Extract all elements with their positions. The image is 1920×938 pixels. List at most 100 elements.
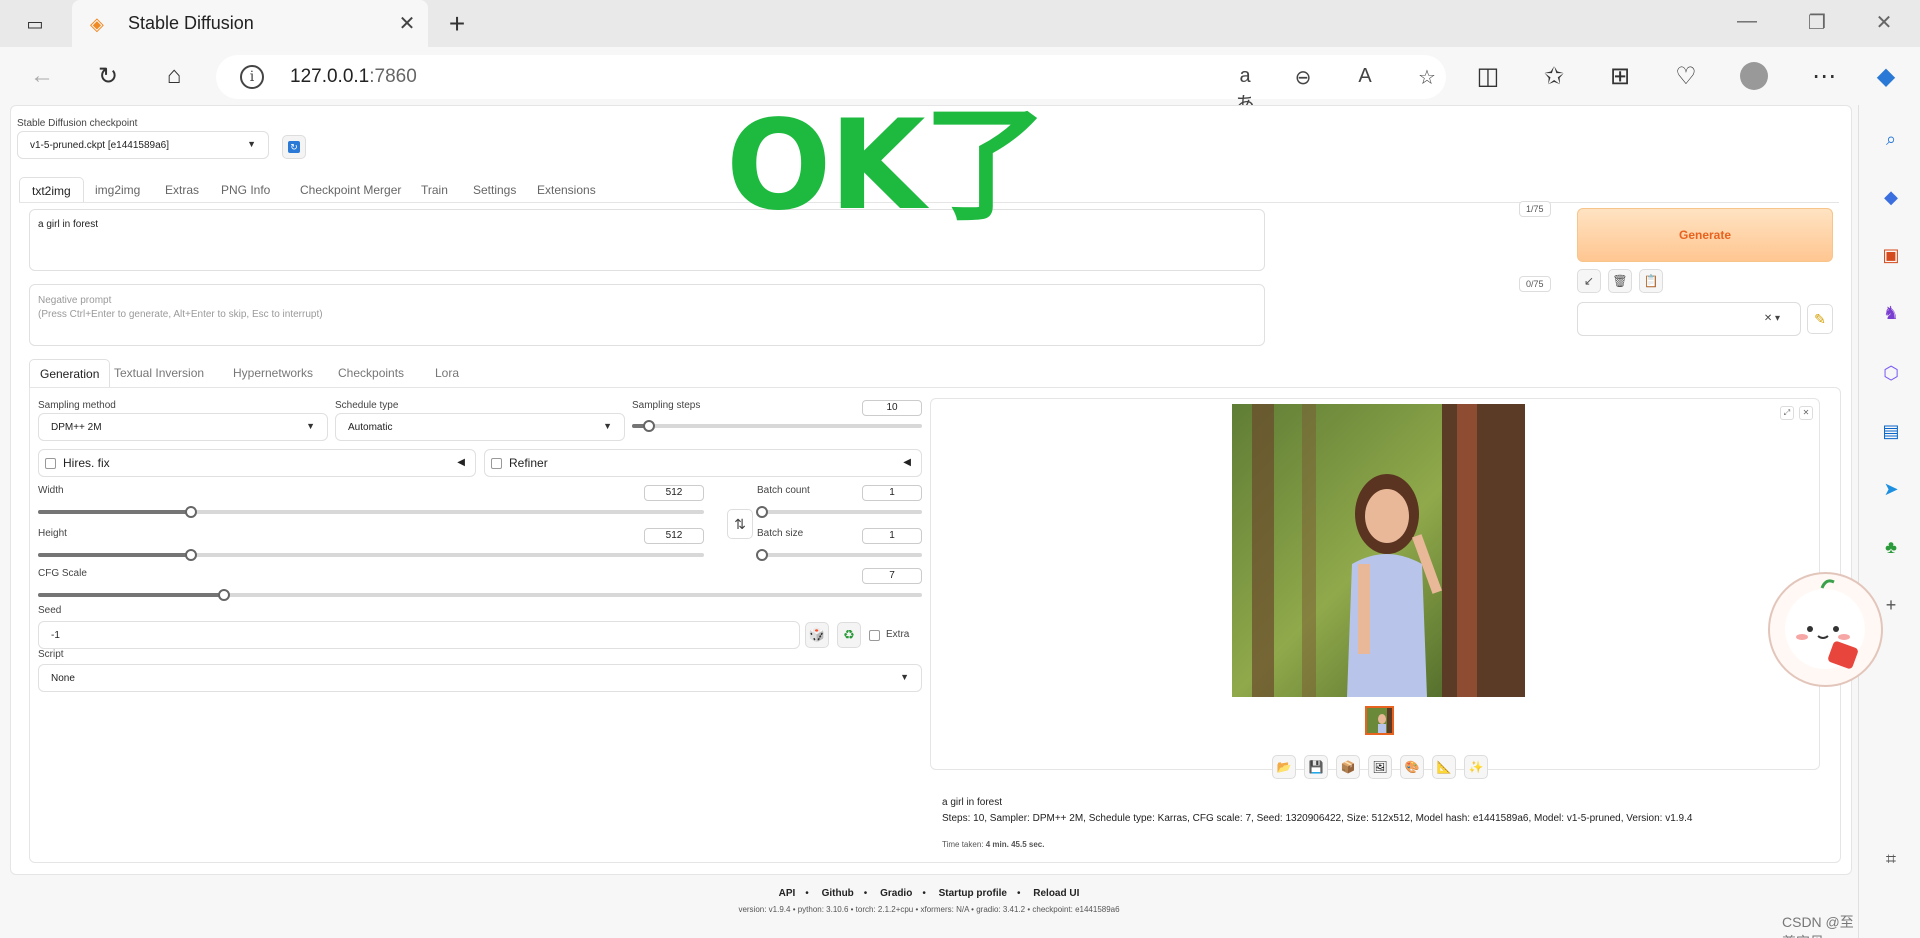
tab-extensions[interactable]: Extensions [537, 177, 596, 203]
collapse-arrow-icon[interactable]: ◀ [903, 457, 911, 468]
close-tab-icon[interactable]: ✕ [392, 11, 422, 36]
send-to-extras-button[interactable]: 📐 [1432, 755, 1456, 779]
collections-icon[interactable]: ⊞ [1602, 59, 1638, 93]
back-icon[interactable]: ← [24, 59, 60, 93]
tab-img2img[interactable]: img2img [95, 177, 140, 203]
save-button[interactable]: 💾 [1304, 755, 1328, 779]
browser-essentials-icon[interactable]: ♡ [1668, 59, 1704, 93]
reload-icon[interactable]: ↻ [90, 59, 126, 93]
tab-extras[interactable]: Extras [165, 177, 199, 203]
tab-checkpoint-merger[interactable]: Checkpoint Merger [300, 177, 401, 203]
tab-hypernetworks[interactable]: Hypernetworks [233, 359, 313, 387]
tab-train[interactable]: Train [421, 177, 448, 203]
new-tab-icon[interactable]: + [442, 8, 472, 40]
minimize-icon[interactable]: — [1727, 10, 1767, 33]
height-slider[interactable] [38, 549, 704, 561]
footer-link-gradio[interactable]: Gradio [880, 888, 912, 899]
seed-input[interactable]: -1 [38, 621, 800, 649]
send-icon[interactable]: ➤ [1877, 475, 1905, 503]
split-screen-icon[interactable]: ◫ [1470, 59, 1506, 93]
styles-select[interactable]: ✕ ▾ [1577, 302, 1801, 336]
upscale-button[interactable]: ✨ [1464, 755, 1488, 779]
read-params-button[interactable]: ↙ [1577, 269, 1601, 293]
microsoft365-icon[interactable]: ⬡ [1877, 359, 1905, 387]
height-input[interactable]: 512 [644, 528, 704, 544]
footer-link-startup-profile[interactable]: Startup profile [939, 888, 1007, 899]
site-info-icon[interactable]: i [240, 65, 264, 89]
negative-prompt-textarea[interactable]: Negative prompt (Press Ctrl+Enter to gen… [29, 284, 1265, 346]
footer-link-api[interactable]: API [779, 888, 796, 899]
shopping-tag-icon[interactable]: ◆ [1877, 183, 1905, 211]
batch-size-input[interactable]: 1 [862, 528, 922, 544]
generate-button[interactable]: Generate [1577, 208, 1833, 262]
sampling-steps-input[interactable]: 10 [862, 400, 922, 416]
profile-avatar-icon[interactable] [1736, 59, 1772, 93]
address-bar[interactable]: i 127.0.0.1:7860 aあ ⊖ A ☆ [216, 55, 1446, 116]
collapse-arrow-icon[interactable]: ◀ [457, 457, 465, 468]
read-aloud-icon[interactable]: A [1350, 65, 1380, 88]
footer-link-github[interactable]: Github [822, 888, 854, 899]
refiner-accordion[interactable]: Refiner ◀ [484, 449, 922, 477]
tree-icon[interactable]: ♣ [1877, 533, 1905, 561]
slider-thumb[interactable] [756, 549, 768, 561]
favorite-star-icon[interactable]: ☆ [1412, 65, 1442, 90]
footer-link-reload-ui[interactable]: Reload UI [1033, 888, 1079, 899]
reuse-seed-button[interactable]: ♻ [837, 622, 861, 648]
width-slider[interactable] [38, 506, 704, 518]
tab-textual-inversion[interactable]: Textual Inversion [114, 359, 204, 387]
tab-generation[interactable]: Generation [29, 359, 111, 387]
sampling-method-select[interactable]: DPM++ 2M ▼ [38, 413, 328, 441]
close-preview-icon[interactable]: ✕ [1799, 406, 1813, 420]
open-folder-button[interactable]: 📂 [1272, 755, 1296, 779]
refresh-checkpoint-button[interactable]: ↻ [282, 135, 306, 159]
tab-lora[interactable]: Lora [435, 359, 459, 387]
favorites-icon[interactable]: ✩ [1536, 59, 1572, 93]
checkpoint-select[interactable]: v1-5-pruned.ckpt [e1441589a6] ▼ [17, 131, 269, 159]
refiner-checkbox[interactable] [491, 458, 502, 469]
cfg-scale-input[interactable]: 7 [862, 568, 922, 584]
more-options-icon[interactable]: ⋯ [1806, 59, 1842, 93]
home-icon[interactable]: ⌂ [156, 59, 192, 93]
clear-icon[interactable]: ✕ ▾ [1764, 313, 1780, 324]
zip-button[interactable]: 📦 [1336, 755, 1360, 779]
hires-fix-checkbox[interactable] [45, 458, 56, 469]
hires-fix-accordion[interactable]: Hires. fix ◀ [38, 449, 476, 477]
games-icon[interactable]: ♞ [1877, 299, 1905, 327]
extra-seed-checkbox[interactable] [869, 630, 880, 641]
schedule-type-select[interactable]: Automatic ▼ [335, 413, 625, 441]
copilot-icon[interactable]: ◆ [1868, 59, 1904, 93]
tab-png-info[interactable]: PNG Info [221, 177, 270, 203]
toolbox-icon[interactable]: ▣ [1877, 241, 1905, 269]
width-input[interactable]: 512 [644, 485, 704, 501]
tab-txt2img[interactable]: txt2img [19, 177, 84, 203]
browser-tab[interactable]: ◈ Stable Diffusion ✕ [72, 0, 428, 47]
tab-actions-icon[interactable]: ▭ [20, 10, 50, 38]
generated-image[interactable] [1232, 404, 1525, 697]
prompt-textarea[interactable]: a girl in forest [29, 209, 1265, 271]
edit-styles-button[interactable]: ✎ [1807, 304, 1833, 334]
tab-checkpoints[interactable]: Checkpoints [338, 359, 404, 387]
sampling-steps-slider[interactable] [632, 420, 922, 432]
clear-prompt-button[interactable]: 🗑 [1608, 269, 1632, 293]
swap-dimensions-button[interactable]: ⇅ [727, 509, 753, 539]
script-select[interactable]: None ▼ [38, 664, 922, 692]
slider-thumb[interactable] [217, 589, 230, 601]
restore-icon[interactable]: ❐ [1797, 10, 1837, 35]
send-to-inpaint-button[interactable]: 🎨 [1400, 755, 1424, 779]
send-to-img2img-button[interactable]: 🖼 [1368, 755, 1392, 779]
random-seed-button[interactable]: 🎲 [805, 622, 829, 648]
tab-settings[interactable]: Settings [473, 177, 516, 203]
paste-style-button[interactable]: 📋 [1639, 269, 1663, 293]
outlook-icon[interactable]: ▤ [1877, 417, 1905, 445]
batch-count-input[interactable]: 1 [862, 485, 922, 501]
window-close-icon[interactable]: ✕ [1864, 10, 1904, 35]
url-text[interactable]: 127.0.0.1:7860 [290, 66, 417, 88]
fullscreen-icon[interactable]: ⤢ [1780, 406, 1794, 420]
gallery-thumbnail[interactable] [1365, 706, 1394, 735]
search-icon[interactable]: ⌕ [1877, 125, 1905, 153]
screenshot-icon[interactable]: ⌗ [1877, 845, 1905, 873]
batch-count-slider[interactable] [756, 506, 922, 518]
cfg-scale-slider[interactable] [38, 589, 922, 601]
batch-size-slider[interactable] [756, 549, 922, 561]
slider-thumb[interactable] [756, 506, 768, 518]
